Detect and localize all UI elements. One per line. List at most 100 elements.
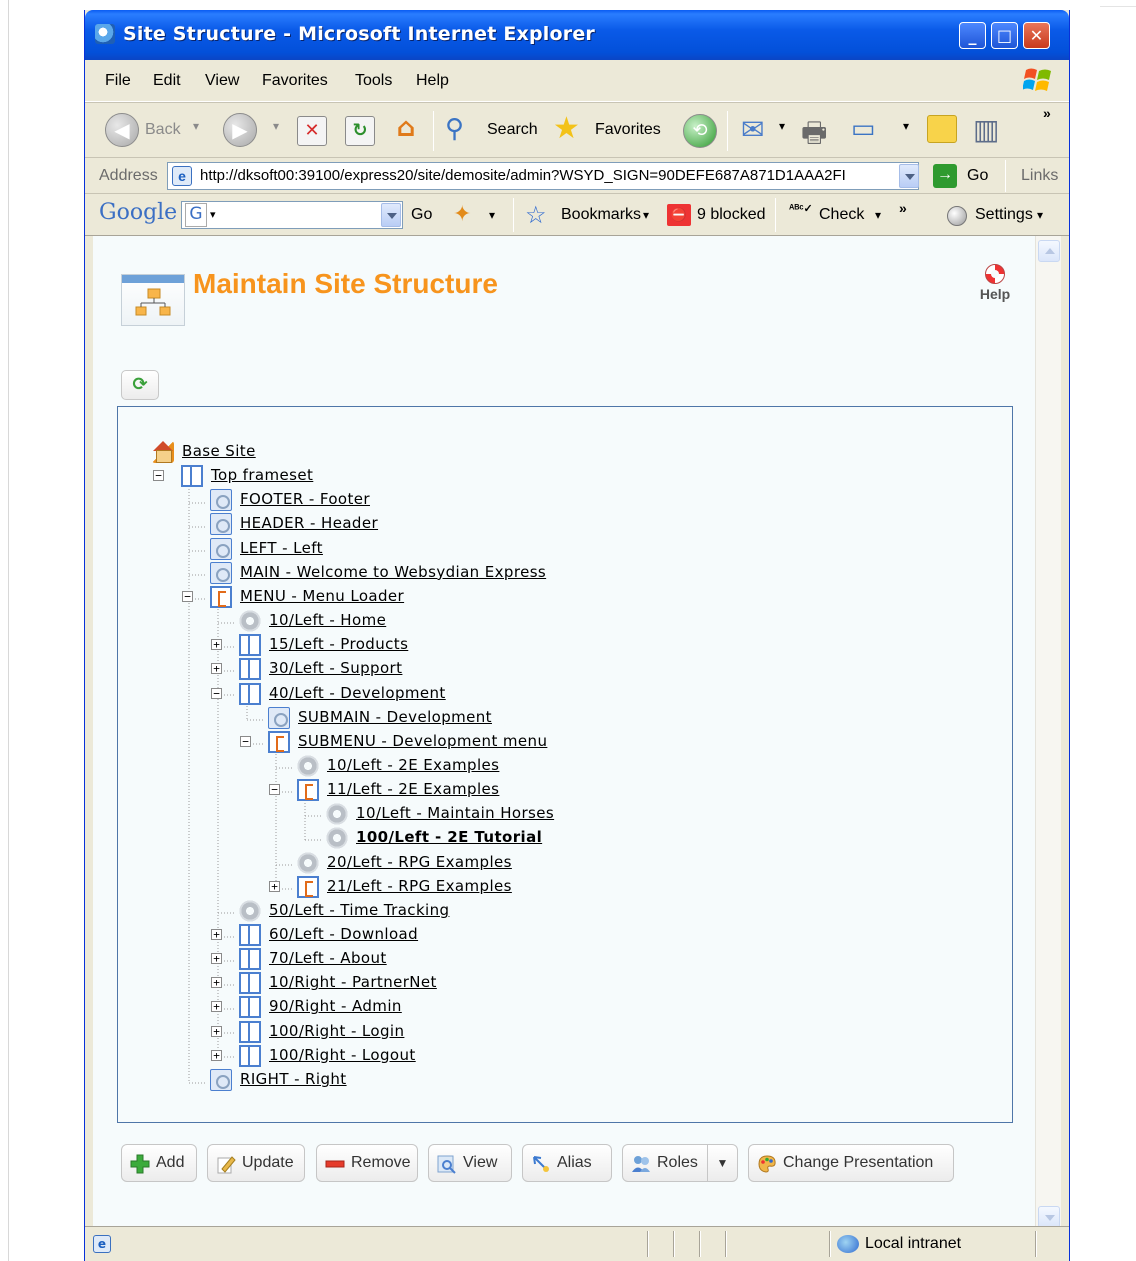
scroll-down-icon[interactable]: [1038, 1206, 1060, 1228]
check-button[interactable]: Check: [819, 206, 864, 224]
google-options-dropdown-icon[interactable]: ▾: [489, 208, 495, 222]
refresh-icon[interactable]: ↻: [345, 116, 375, 146]
expand-icon[interactable]: +: [211, 639, 222, 651]
help-button[interactable]: Help: [973, 264, 1017, 302]
tree-node-link[interactable]: 30/Left - Support: [269, 659, 402, 677]
bookmarks-button[interactable]: Bookmarks: [561, 206, 641, 224]
collapse-icon[interactable]: −: [182, 590, 193, 602]
tree-node-link[interactable]: 90/Right - Admin: [269, 997, 402, 1015]
stop-icon[interactable]: ✕: [297, 116, 327, 146]
collapse-icon[interactable]: −: [240, 735, 251, 747]
edit-icon[interactable]: ▭: [851, 113, 876, 144]
menu-help[interactable]: Help: [416, 72, 449, 90]
tree-node-link[interactable]: 100/Right - Logout: [269, 1046, 416, 1064]
expand-icon[interactable]: +: [211, 1001, 222, 1013]
tree-node-link[interactable]: 70/Left - About: [269, 949, 387, 967]
tree-node-link[interactable]: 60/Left - Download: [269, 925, 418, 943]
print-icon[interactable]: 🖶: [801, 112, 827, 160]
mail-icon[interactable]: ✉: [741, 113, 764, 146]
forward-dropdown-icon[interactable]: ▾: [273, 119, 279, 133]
bookmarks-dropdown-icon[interactable]: ▾: [643, 208, 649, 222]
edit-dropdown-icon[interactable]: ▾: [903, 119, 909, 133]
expand-icon[interactable]: +: [211, 663, 222, 675]
roles-button[interactable]: Roles ▼: [622, 1144, 738, 1182]
tree-node-link[interactable]: 21/Left - RPG Examples: [327, 877, 512, 895]
back-arrow-icon[interactable]: ◀: [105, 113, 139, 147]
menu-favorites[interactable]: Favorites: [262, 72, 328, 90]
google-g-dropdown-icon[interactable]: ▾: [210, 208, 216, 221]
google-go-button[interactable]: Go: [411, 206, 432, 224]
tree-node-link[interactable]: 100/Left - 2E Tutorial: [356, 828, 542, 846]
view-button[interactable]: View: [428, 1144, 512, 1182]
roles-dropdown-icon[interactable]: ▼: [707, 1145, 737, 1181]
expand-icon[interactable]: +: [211, 977, 222, 989]
collapse-icon[interactable]: −: [269, 784, 280, 796]
tree-node-link[interactable]: MAIN - Welcome to Websydian Express: [240, 563, 546, 581]
google-options-icon[interactable]: ✦: [453, 201, 471, 227]
change-presentation-button[interactable]: Change Presentation: [748, 1144, 954, 1182]
tree-node-link[interactable]: 10/Left - Maintain Horses: [356, 804, 554, 822]
settings-dropdown-icon[interactable]: ▾: [1037, 208, 1043, 222]
history-icon[interactable]: ⟲: [683, 114, 717, 148]
research-icon[interactable]: ▥: [973, 113, 999, 146]
expand-icon[interactable]: +: [211, 953, 222, 965]
tree-node-link[interactable]: MENU - Menu Loader: [240, 587, 404, 605]
forward-arrow-icon[interactable]: ▶: [223, 113, 257, 147]
tree-node-link[interactable]: 50/Left - Time Tracking: [269, 901, 449, 919]
alias-button[interactable]: Alias: [522, 1144, 612, 1182]
tree-node-link[interactable]: SUBMENU - Development menu: [298, 732, 547, 750]
search-icon[interactable]: ⚲: [445, 113, 464, 144]
search-button-label[interactable]: Search: [487, 121, 538, 139]
tree-node-link[interactable]: HEADER - Header: [240, 514, 378, 532]
spellcheck-icon[interactable]: ᴬᴮᶜ✓: [789, 202, 813, 215]
blocked-count[interactable]: 9 blocked: [697, 206, 766, 224]
collapse-icon[interactable]: −: [211, 687, 222, 699]
tree-node-link[interactable]: 10/Left - 2E Examples: [327, 756, 499, 774]
collapse-icon[interactable]: −: [153, 470, 164, 482]
check-dropdown-icon[interactable]: ▾: [875, 208, 881, 222]
tree-node-link[interactable]: 100/Right - Login: [269, 1022, 404, 1040]
mail-dropdown-icon[interactable]: ▾: [779, 119, 785, 133]
tree-node-link[interactable]: SUBMAIN - Development: [298, 708, 492, 726]
favorites-star-icon[interactable]: ★: [553, 111, 580, 146]
address-input[interactable]: e http://dksoft00:39100/express20/site/d…: [167, 162, 919, 190]
scroll-up-icon[interactable]: [1038, 240, 1060, 262]
add-button[interactable]: Add: [121, 1144, 197, 1182]
menu-view[interactable]: View: [205, 72, 239, 90]
minimize-button[interactable]: _: [959, 22, 986, 49]
expand-icon[interactable]: +: [211, 1049, 222, 1061]
home-icon[interactable]: ⌂: [391, 114, 421, 144]
address-dropdown-icon[interactable]: [899, 164, 919, 188]
toolbar-overflow-icon[interactable]: »: [1043, 105, 1051, 121]
google-overflow-icon[interactable]: »: [899, 200, 907, 216]
favorites-button-label[interactable]: Favorites: [595, 121, 661, 139]
tree-node-link[interactable]: 20/Left - RPG Examples: [327, 853, 512, 871]
google-search-dropdown-icon[interactable]: [381, 203, 401, 227]
bookmarks-star-icon[interactable]: ☆: [525, 201, 547, 230]
links-label[interactable]: Links: [1021, 167, 1058, 185]
back-button-label[interactable]: Back: [145, 121, 181, 139]
menu-file[interactable]: File: [105, 72, 131, 90]
remove-button[interactable]: Remove: [316, 1144, 418, 1182]
maximize-button[interactable]: □: [991, 22, 1018, 49]
go-arrow-icon[interactable]: →: [933, 164, 957, 188]
discuss-icon[interactable]: [927, 115, 957, 143]
tree-node-link[interactable]: 11/Left - 2E Examples: [327, 780, 499, 798]
vertical-scrollbar[interactable]: [1035, 236, 1061, 1228]
google-search-input[interactable]: G ▾: [181, 201, 403, 229]
tree-node-link[interactable]: 10/Right - PartnerNet: [269, 973, 437, 991]
tree-node-link[interactable]: Top frameset: [211, 466, 313, 484]
menu-tools[interactable]: Tools: [355, 72, 392, 90]
tree-node-link[interactable]: Base Site: [182, 442, 256, 460]
tree-node-link[interactable]: 15/Left - Products: [269, 635, 408, 653]
settings-button[interactable]: Settings: [975, 206, 1033, 224]
expand-icon[interactable]: +: [211, 929, 222, 940]
tree-node-link[interactable]: 10/Left - Home: [269, 611, 386, 629]
refresh-tree-button[interactable]: ⟳: [121, 370, 159, 400]
expand-icon[interactable]: +: [211, 1025, 222, 1037]
tree-node-link[interactable]: 40/Left - Development: [269, 684, 446, 702]
tree-node-link[interactable]: FOOTER - Footer: [240, 490, 370, 508]
update-button[interactable]: Update: [207, 1144, 305, 1182]
back-dropdown-icon[interactable]: ▾: [193, 119, 199, 133]
close-button[interactable]: ✕: [1023, 22, 1050, 49]
